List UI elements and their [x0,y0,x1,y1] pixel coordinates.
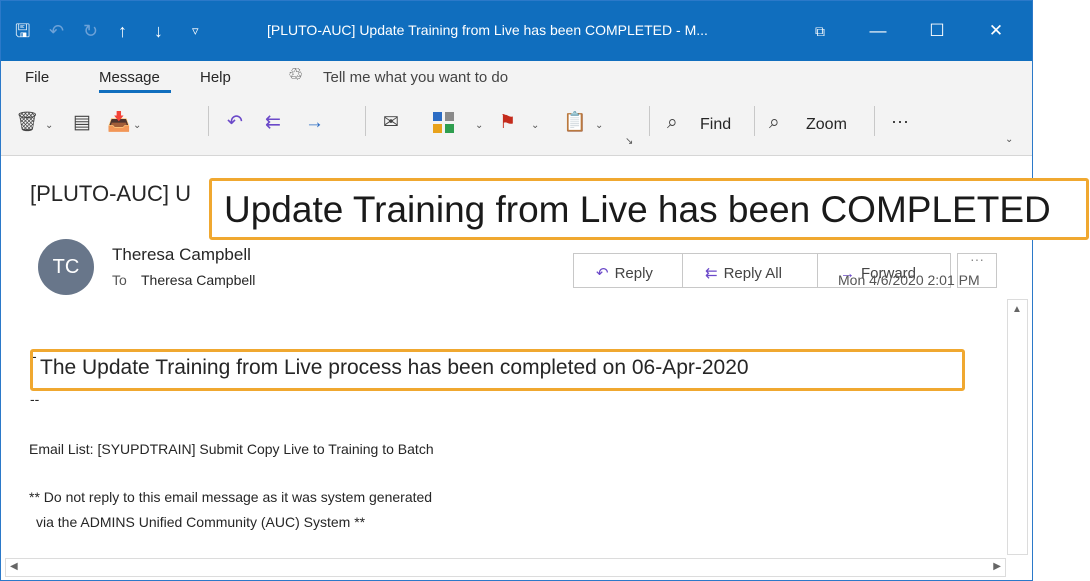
chevron-down-icon[interactable]: ⌄ [45,120,53,131]
save-to-icon[interactable]: 📋 [563,111,587,135]
menu-help[interactable]: Help [200,69,231,86]
forward-icon[interactable]: → [305,111,324,135]
dialog-launcher-icon[interactable]: ↘ [625,136,633,147]
delete-icon[interactable]: 🗑 [15,111,39,135]
ribbon-divider [365,106,366,136]
reply-all-button[interactable]: ⇇ Reply All [683,254,817,287]
scroll-right-icon[interactable]: ▶ [993,561,1001,572]
maximize-icon[interactable]: ☐ [922,17,952,45]
vertical-scrollbar[interactable]: ▲ [1007,299,1028,555]
reply-icon[interactable]: ↶ [227,111,243,135]
redo-icon[interactable]: ↻ [83,20,98,42]
zoom-icon[interactable]: ⌕ [769,111,780,135]
sent-date: Mon 4/6/2020 2:01 PM [838,272,980,288]
scroll-left-icon[interactable]: ◀ [10,561,18,572]
ribbon-divider [649,106,650,136]
subject-callout: Update Training from Live has been COMPL… [209,178,1089,240]
menu-bar: File Message Help [1,61,1032,94]
ribbon-divider [754,106,755,136]
reply-all-icon[interactable]: ⇇ [265,111,281,135]
notice-line-1: ** Do not reply to this email message as… [29,489,433,505]
find-button[interactable]: Find [700,116,731,134]
to-label: To [112,272,127,288]
reply-button[interactable]: ↶ Reply [574,254,682,287]
horizontal-scrollbar[interactable]: ◀ ▶ [5,558,1006,577]
body-callout-frame [30,349,965,391]
undo-icon[interactable]: ↶ [49,20,64,42]
expand-ribbon-icon[interactable]: ⌄ [1005,134,1013,145]
mail-icon[interactable]: ✉ [383,111,399,135]
title-bar: 🖫 ↶ ↻ ↑ ↓ ▿ [PLUTO-AUC] Update Training … [1,1,1032,61]
move-icon[interactable]: 📥 [107,111,131,135]
apps-icon[interactable] [433,112,455,134]
scroll-up-icon[interactable]: ▲ [1012,304,1022,315]
window-title: [PLUTO-AUC] Update Training from Live ha… [267,22,708,38]
down-arrow-icon[interactable]: ↓ [154,20,163,42]
menu-message[interactable]: Message [99,69,160,86]
reply-icon: ↶ [596,265,609,282]
chevron-down-icon[interactable]: ⌄ [531,120,539,131]
up-arrow-icon[interactable]: ↑ [118,20,127,42]
ribbon-divider [208,106,209,136]
zoom-button[interactable]: Zoom [806,116,847,134]
restore-icon[interactable]: ⧉ [805,17,835,45]
ribbon-divider [874,106,875,136]
lightbulb-icon: ♲ [288,65,304,84]
minimize-icon[interactable]: — [863,17,893,45]
email-list-line: Email List: [SYUPDTRAIN] Submit Copy Liv… [29,441,434,457]
menu-file[interactable]: File [25,69,49,86]
chevron-down-icon[interactable]: ⌄ [133,120,141,131]
tell-me-input[interactable]: Tell me what you want to do [323,69,508,86]
quick-access-icon[interactable]: ▿ [192,20,199,42]
chevron-down-icon[interactable]: ⌄ [475,120,483,131]
archive-icon[interactable]: ▤ [73,111,91,135]
signature-separator: -- [30,391,40,407]
search-icon[interactable]: ⌕ [667,111,678,135]
avatar[interactable]: TC [38,239,94,295]
reply-all-icon: ⇇ [705,265,718,282]
active-tab-underline [99,90,171,93]
close-icon[interactable]: ✕ [981,17,1011,45]
flag-icon[interactable]: ⚑ [499,111,516,135]
outlook-message-window: 🖫 ↶ ↻ ↑ ↓ ▿ [PLUTO-AUC] Update Training … [0,0,1033,581]
save-icon[interactable]: 🖫 [15,20,30,42]
screenshot-root: 🖫 ↶ ↻ ↑ ↓ ▿ [PLUTO-AUC] Update Training … [0,0,1090,581]
ribbon-toolbar: 🗑 ⌄ ▤ 📥 ⌄ ↶ ⇇ → ✉ ⌄ ⚑ ⌄ 📋 ⌄ ↘ ⌕ Find ⌕ Z… [1,94,1032,156]
notice-line-2: via the ADMINS Unified Community (AUC) S… [36,514,366,530]
message-subject: [PLUTO-AUC] U [30,181,190,206]
sender-name[interactable]: Theresa Campbell [112,245,251,265]
callout-subject-text: Update Training from Live has been COMPL… [224,189,1051,230]
chevron-down-icon[interactable]: ⌄ [595,120,603,131]
more-options-button[interactable]: ··· [891,111,909,132]
recipient-name[interactable]: Theresa Campbell [141,272,255,288]
